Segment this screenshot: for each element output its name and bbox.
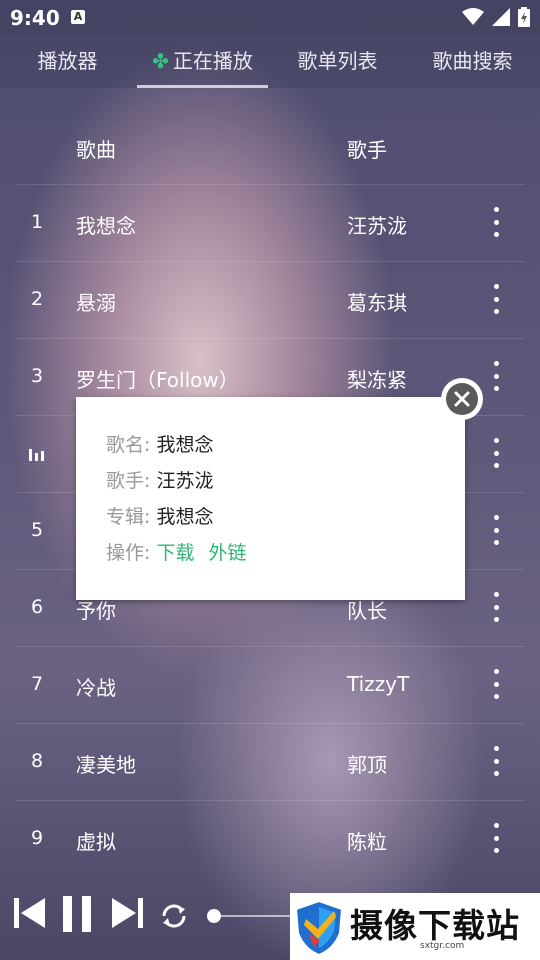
song-singer: 汪苏泷	[347, 214, 407, 238]
song-info-dialog: 歌名: 我想念 歌手: 汪苏泷 专辑: 我想念 操作: 下载 外链	[76, 397, 465, 600]
watermark-url: sxtgr.com	[420, 941, 465, 951]
info-name-value: 我想念	[156, 434, 214, 456]
row-number: 3	[31, 365, 44, 387]
tab-label: 歌单列表	[297, 49, 378, 73]
song-row[interactable]: 8 凄美地 郭顶	[15, 724, 525, 801]
song-title: 虚拟	[76, 830, 116, 854]
notification-icon: A	[71, 10, 85, 24]
battery-icon	[518, 7, 530, 27]
row-number: 8	[31, 750, 44, 772]
info-ops-line: 操作: 下载 外链	[106, 538, 260, 565]
song-title: 凄美地	[76, 753, 136, 777]
more-options-icon[interactable]	[490, 592, 502, 622]
song-singer: 陈粒	[347, 830, 387, 854]
info-ops-label: 操作:	[106, 542, 151, 564]
more-options-icon[interactable]	[490, 207, 502, 237]
song-title: 悬溺	[76, 291, 116, 315]
shield-logo-icon	[294, 899, 344, 957]
song-singer: 郭顶	[347, 753, 387, 777]
row-number: 2	[31, 288, 44, 310]
song-singer: TizzyT	[347, 672, 410, 696]
info-singer-value: 汪苏泷	[156, 470, 214, 492]
wifi-icon	[462, 8, 484, 25]
row-number: 5	[31, 519, 44, 541]
watermark: 摄像下载站 sxtgr.com	[290, 893, 540, 960]
tab-label: 正在播放	[172, 49, 253, 73]
external-link[interactable]: 外链	[208, 542, 246, 564]
more-options-icon[interactable]	[490, 669, 502, 699]
watermark-title: 摄像下载站	[350, 906, 520, 945]
info-album-line: 专辑: 我想念	[106, 502, 213, 529]
close-dialog-button[interactable]	[441, 378, 483, 420]
more-options-icon[interactable]	[490, 284, 502, 314]
tab-playlists[interactable]: 歌单列表	[270, 36, 405, 88]
row-number: 6	[31, 596, 44, 618]
header-song: 歌曲	[76, 138, 116, 162]
song-row[interactable]: 2 悬溺 葛东琪	[15, 262, 525, 339]
tab-bar: 播放器 ✤ 正在播放 歌单列表 歌曲搜索	[0, 36, 540, 88]
song-title: 我想念	[76, 214, 136, 238]
tab-player[interactable]: 播放器	[0, 36, 135, 88]
status-bar: 9:40 A	[0, 0, 540, 36]
song-title: 罗生门（Follow）	[76, 368, 239, 392]
repeat-icon[interactable]	[158, 900, 190, 932]
more-options-icon[interactable]	[490, 361, 502, 391]
now-playing-icon	[29, 449, 44, 461]
download-link[interactable]: 下载	[156, 542, 194, 564]
progress-knob[interactable]	[207, 909, 221, 923]
clover-icon: ✤	[152, 49, 169, 73]
more-options-icon[interactable]	[490, 823, 502, 853]
header-singer: 歌手	[347, 138, 387, 162]
song-singer: 葛东琪	[347, 291, 407, 315]
song-singer: 梨冻紧	[347, 368, 407, 392]
tab-now-playing[interactable]: ✤ 正在播放	[135, 36, 270, 88]
row-number: 7	[31, 673, 44, 695]
close-icon	[446, 383, 478, 415]
info-album-value: 我想念	[156, 506, 214, 528]
tab-label: 播放器	[37, 49, 98, 73]
more-options-icon[interactable]	[490, 515, 502, 545]
status-time: 9:40	[10, 6, 60, 30]
more-options-icon[interactable]	[490, 438, 502, 468]
tab-song-search[interactable]: 歌曲搜索	[405, 36, 540, 88]
song-row[interactable]: 1 我想念 汪苏泷	[15, 185, 525, 262]
status-icons	[462, 7, 530, 27]
more-options-icon[interactable]	[490, 746, 502, 776]
row-number: 9	[31, 827, 44, 849]
tab-label: 歌曲搜索	[432, 49, 513, 73]
song-title: 冷战	[76, 676, 116, 700]
row-number: 1	[31, 211, 44, 233]
next-icon[interactable]	[111, 896, 143, 930]
song-row[interactable]: 7 冷战 TizzyT	[15, 647, 525, 724]
info-name-label: 歌名:	[106, 434, 151, 456]
info-album-label: 专辑:	[106, 506, 151, 528]
info-singer-line: 歌手: 汪苏泷	[106, 466, 213, 493]
previous-icon[interactable]	[14, 896, 46, 930]
info-singer-label: 歌手:	[106, 470, 151, 492]
info-name-line: 歌名: 我想念	[106, 430, 213, 457]
list-header: 歌曲 歌手	[15, 108, 525, 185]
song-row[interactable]: 9 虚拟 陈粒	[15, 801, 525, 877]
pause-icon[interactable]	[63, 896, 91, 932]
signal-icon	[492, 8, 510, 26]
